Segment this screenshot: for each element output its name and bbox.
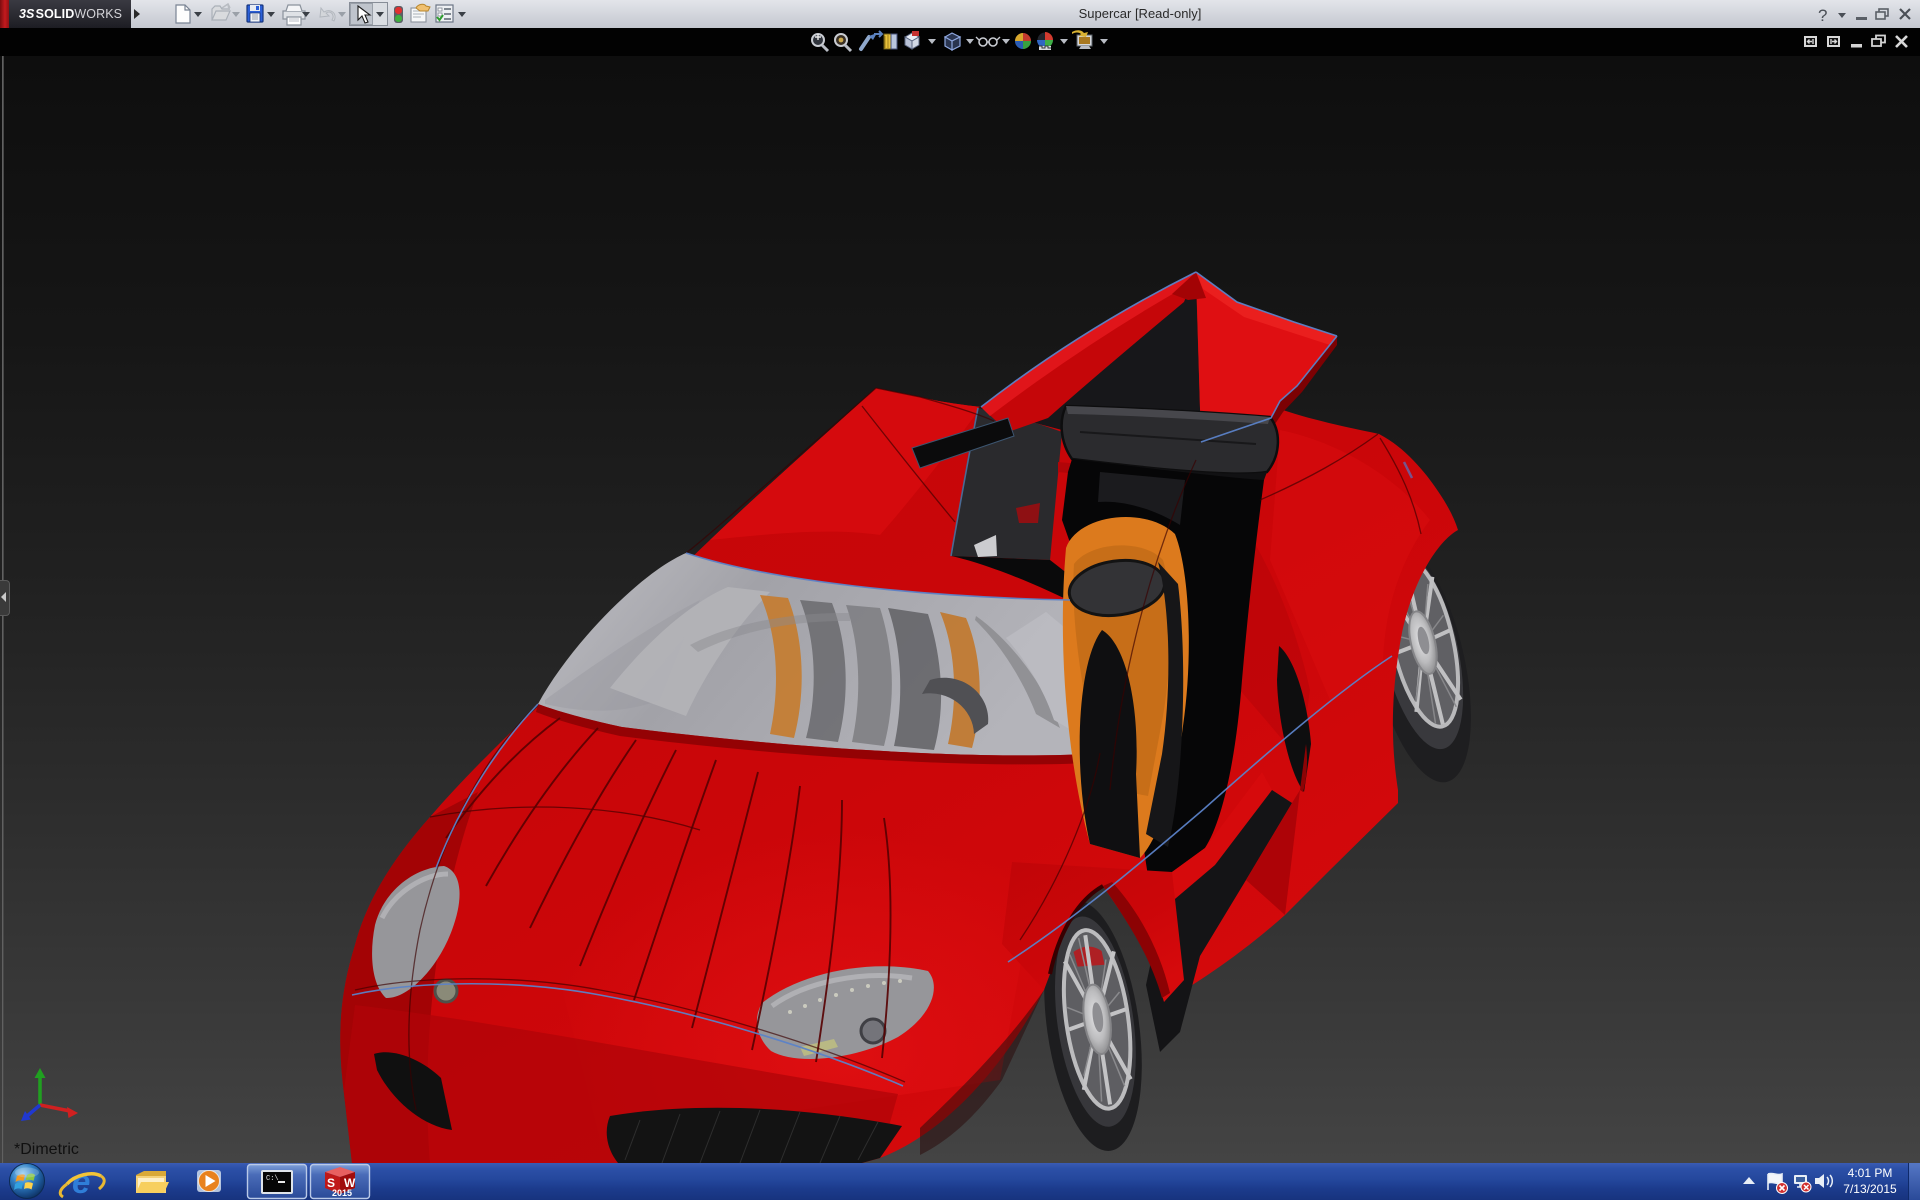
svg-text:2015: 2015 [332, 1188, 352, 1198]
svg-text:C:\: C:\ [266, 1175, 279, 1183]
svg-text:e: e [72, 1163, 90, 1200]
